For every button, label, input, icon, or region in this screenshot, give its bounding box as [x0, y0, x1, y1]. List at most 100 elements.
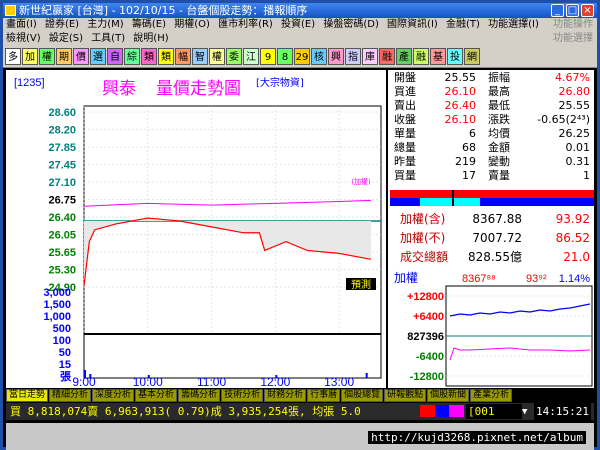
quote-value: 26.10	[444, 85, 477, 98]
toolbar-button[interactable]: 智	[192, 48, 208, 65]
menu-tools[interactable]: 工具(T)	[91, 32, 125, 46]
toolbar-button[interactable]: 融	[413, 48, 429, 65]
volume-tick-label: 1,500	[43, 299, 71, 311]
menu-fx-rates[interactable]: 匯市利率(R)	[218, 18, 273, 32]
industry-label: [大宗物資]	[256, 76, 304, 89]
toolbar-button[interactable]: 興	[328, 48, 344, 65]
toolbar-button[interactable]: 權	[209, 48, 225, 65]
analysis-tab[interactable]: 當日走勢	[6, 389, 49, 402]
analysis-tab[interactable]: 精細分析	[49, 389, 92, 402]
toolbar-button[interactable]: 基	[430, 48, 446, 65]
analysis-tab[interactable]: 個股新聞	[427, 389, 470, 402]
menu-screen[interactable]: 畫面(I)	[6, 18, 37, 32]
quote-row: 單量 6 均價 26.25	[390, 128, 594, 140]
menu-intl-info[interactable]: 國際資訊(I)	[387, 18, 438, 32]
index-row: 成交總額 828.55億 21.0	[390, 248, 594, 266]
quote-label: 單量	[394, 127, 416, 140]
analysis-tab[interactable]: 技術分析	[221, 389, 264, 402]
toolbar-button[interactable]: 8	[277, 48, 293, 65]
menu-main-force[interactable]: 主力(M)	[87, 18, 123, 32]
price-tick-label: 27.10	[48, 177, 76, 189]
quote-label: 均價	[488, 127, 510, 140]
quote-label: 最低	[488, 99, 510, 112]
toolbar-button[interactable]: 江	[243, 48, 259, 65]
quote-label: 最高	[488, 85, 510, 98]
toolbar-button[interactable]: 網	[464, 48, 480, 65]
weighted-index-mini-chart: 加權 8367⁸⁸ 93⁹² 1.14% +12800 +6400 827396 -6…	[390, 270, 594, 388]
code-input[interactable]: [001	[466, 404, 522, 419]
chart-title: 量價走勢圖	[156, 79, 241, 99]
index-value: 828.55億	[468, 250, 522, 264]
quote-value: 0.01	[565, 141, 591, 154]
index-row: 加權(含) 8367.88 93.92	[390, 210, 594, 228]
function-ops-label: 功能操作	[553, 19, 593, 30]
menu-securities[interactable]: 證券(E)	[45, 18, 79, 32]
toolbar-button[interactable]: 多	[5, 48, 21, 65]
index-label: 成交總額	[400, 250, 449, 264]
menu-finance[interactable]: 金融(T)	[446, 18, 480, 32]
toolbar-button[interactable]: 委	[226, 48, 242, 65]
menu-help[interactable]: 說明(H)	[133, 32, 168, 46]
menu-trading-code[interactable]: 操盤密碼(D)	[323, 18, 379, 32]
maximize-button[interactable]: □	[566, 4, 579, 17]
forecast-badge[interactable]: 預測	[351, 278, 371, 291]
toolbar-button[interactable]: 權	[39, 48, 55, 65]
bid-ask-color-bar	[390, 190, 594, 206]
analysis-tab[interactable]: 財務分析	[264, 389, 307, 402]
quote-label: 總量	[394, 141, 416, 154]
toolbar-button[interactable]: 投	[447, 48, 463, 65]
toolbar-button[interactable]: 加	[22, 48, 38, 65]
volume-bar	[365, 373, 368, 378]
analysis-tabs: 當日走勢 精細分析 深度分析 基本分析 籌碼分析 技術分析 財務分析 行事曆 個股總覽 研報觀點個…	[6, 388, 594, 402]
toolbar-button[interactable]: 9	[260, 48, 276, 65]
menu-view[interactable]: 檢視(V)	[6, 32, 41, 46]
toolbar-button[interactable]: 價	[73, 48, 89, 65]
analysis-tab[interactable]: 行事曆	[307, 389, 341, 402]
quote-label: 開盤	[394, 71, 416, 84]
toolbar: 多加權期價選自綜類類幅智權委江 9 8 29 核興指庫融產融基投網	[3, 46, 597, 68]
menu-options[interactable]: 期權(O)	[174, 18, 210, 32]
volume-bar	[89, 374, 92, 378]
toolbar-button[interactable]: 選	[90, 48, 106, 65]
quote-label: 昨量	[394, 155, 416, 168]
analysis-tab[interactable]: 深度分析	[92, 389, 135, 402]
dropdown-arrow-icon[interactable]: ▼	[522, 404, 532, 419]
toolbar-button[interactable]: 綜	[124, 48, 140, 65]
price-tick-label: 27.85	[48, 142, 76, 154]
quote-value: 26.10	[444, 113, 477, 126]
toolbar-button[interactable]: 產	[396, 48, 412, 65]
toolbar-button[interactable]: 幅	[175, 48, 191, 65]
analysis-tab[interactable]: 個股總覽	[341, 389, 384, 402]
volume-bar	[275, 375, 278, 378]
toolbar-button[interactable]: 庫	[362, 48, 378, 65]
analysis-tab[interactable]: 產業分析	[470, 389, 513, 402]
menu-function-select[interactable]: 功能選擇(I)	[488, 18, 539, 32]
toolbar-button[interactable]: 自	[107, 48, 123, 65]
toolbar-button[interactable]: 類	[141, 48, 157, 65]
mini-tick-label: -6400	[416, 351, 444, 363]
quote-value: 68	[462, 141, 476, 154]
toolbar-button[interactable]: 核	[311, 48, 327, 65]
analysis-tab[interactable]: 研報觀點	[384, 389, 427, 402]
analysis-tab[interactable]: 基本分析	[135, 389, 178, 402]
analysis-tab[interactable]: 籌碼分析	[178, 389, 221, 402]
window-title: 新世紀贏家 [台灣] - 102/10/15 - 台盤個股走勢：播報順序	[19, 4, 308, 17]
index-label: 加權(不)	[400, 231, 446, 245]
quote-row: 開盤 25.55 振幅 4.67%	[390, 72, 594, 84]
close-button[interactable]: ×	[581, 4, 594, 17]
main-area: [1235] 興泰 量價走勢圖 [大宗物資] 28.60 28.20 27.85 27…	[6, 70, 594, 389]
menu-investment[interactable]: 投資(E)	[281, 18, 315, 32]
index-change: 93.92	[555, 212, 590, 226]
toolbar-button[interactable]: 期	[56, 48, 72, 65]
minimize-button[interactable]: _	[551, 4, 564, 17]
stock-name: 興泰	[102, 79, 136, 99]
quote-value: 26.25	[558, 127, 591, 140]
quote-value: 26.80	[558, 85, 591, 98]
toolbar-button[interactable]: 類	[158, 48, 174, 65]
toolbar-button[interactable]: 29	[294, 48, 310, 65]
quote-value: 17	[462, 169, 476, 182]
toolbar-button[interactable]: 指	[345, 48, 361, 65]
menu-settings[interactable]: 設定(S)	[49, 32, 83, 46]
menu-chips[interactable]: 籌碼(E)	[132, 18, 166, 32]
toolbar-button[interactable]: 融	[379, 48, 395, 65]
